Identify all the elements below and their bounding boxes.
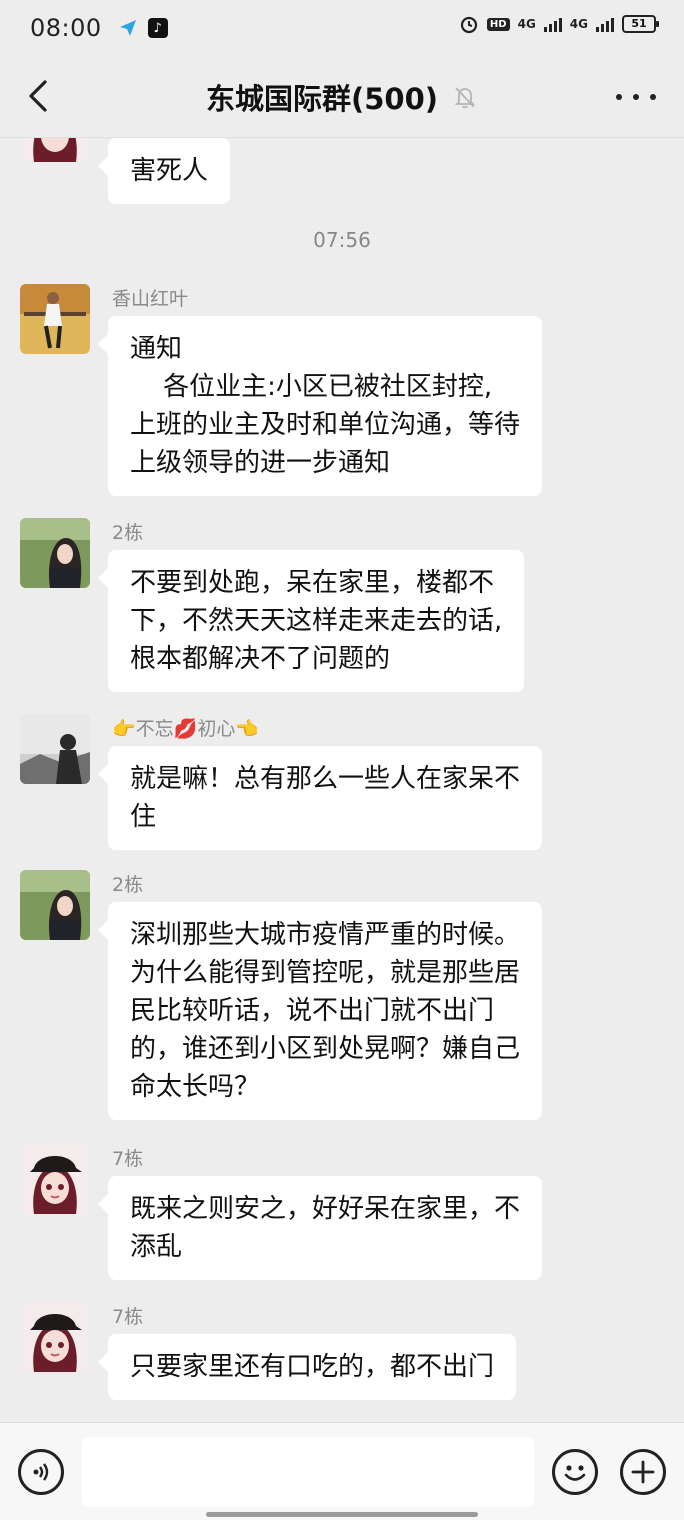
network-type-1: 4G (517, 17, 536, 31)
avatar-photo-icon (20, 284, 90, 354)
message-bubble[interactable]: 通知 各位业主:小区已被社区封控, 上班的业主及时和单位沟通，等待 上级领导的进… (97, 316, 543, 496)
message-bubble[interactable]: 就是嘛！总有那么一些人在家呆不 住 (97, 746, 543, 850)
more-dot (616, 94, 622, 100)
message-bubble[interactable]: 害死人 (97, 138, 231, 204)
message-bubble[interactable]: 既来之则安之，好好呆在家里，不 添乱 (97, 1176, 543, 1280)
avatar[interactable] (20, 1302, 90, 1372)
message-input[interactable] (82, 1437, 534, 1507)
message-bubble[interactable]: 深圳那些大城市疫情严重的时候。 为什么能得到管控呢，就是那些居 民比较听话，说不… (97, 902, 543, 1120)
message-bubble[interactable]: 只要家里还有口吃的，都不出门 (97, 1334, 517, 1400)
avatar[interactable] (20, 1144, 90, 1214)
battery-icon: 51 (622, 15, 659, 33)
network-type-2: 4G (569, 17, 588, 31)
voice-icon (33, 1463, 49, 1481)
sender-name: 👉不忘💋初心👈 (112, 718, 259, 740)
chevron-left-icon (29, 80, 47, 112)
sender-name: 香山红叶 (112, 288, 189, 310)
paper-plane-icon (119, 20, 136, 36)
bell-off-icon (454, 86, 476, 108)
avatar[interactable] (20, 714, 90, 784)
status-time: 08:00 (30, 14, 102, 42)
home-indicator (206, 1512, 478, 1517)
message-bubble[interactable]: 不要到处跑，呆在家里，楼都不 下，不然天天这样走来走去的话, 根本都解决不了问题… (97, 550, 525, 692)
group-title: 东城国际群(500) (205, 81, 439, 116)
emoji-icon (564, 1465, 586, 1481)
voice-button[interactable] (18, 1449, 64, 1495)
emoji-button[interactable] (552, 1449, 598, 1495)
signal-icon-1 (543, 16, 562, 32)
plus-icon (631, 1460, 655, 1484)
chat-timestamp: 07:56 (313, 228, 371, 252)
sender-name: 7栋 (112, 1148, 144, 1170)
status-right-icons: HD 4G 4G 51 (459, 14, 659, 34)
avatar[interactable] (20, 518, 90, 588)
notification-icons: ♪ (118, 18, 168, 38)
more-dot (633, 94, 639, 100)
more-button[interactable] (616, 80, 656, 114)
chat-area[interactable]: 害死人 07:56 香山红叶 通知 各位业主:小区已被社区封控, 上班的业主及时… (0, 138, 684, 1422)
avatar[interactable] (20, 138, 90, 162)
more-dot (650, 94, 656, 100)
avatar[interactable] (20, 284, 90, 354)
avatar-girl-icon (20, 138, 90, 162)
more-actions-button[interactable] (620, 1449, 666, 1495)
sender-name: 2栋 (112, 522, 144, 544)
input-bar (0, 1422, 684, 1520)
tiktok-icon: ♪ (147, 18, 168, 38)
alarm-icon (460, 16, 478, 34)
status-bar: 08:00 ♪ HD 4G 4G 51 (0, 0, 684, 56)
avatar-photo-icon (20, 870, 90, 940)
hd-badge: HD (486, 17, 510, 31)
avatar[interactable] (20, 870, 90, 940)
avatar-photo-icon (20, 518, 90, 588)
sender-name: 2栋 (112, 874, 144, 896)
avatar-photo-icon (20, 714, 90, 784)
sender-name: 7栋 (112, 1306, 144, 1328)
avatar-girl-icon (20, 1302, 90, 1372)
avatar-girl-icon (20, 1144, 90, 1214)
back-button[interactable] (18, 76, 58, 116)
chat-header: 东城国际群(500) (0, 56, 684, 138)
signal-icon-2 (596, 16, 614, 32)
